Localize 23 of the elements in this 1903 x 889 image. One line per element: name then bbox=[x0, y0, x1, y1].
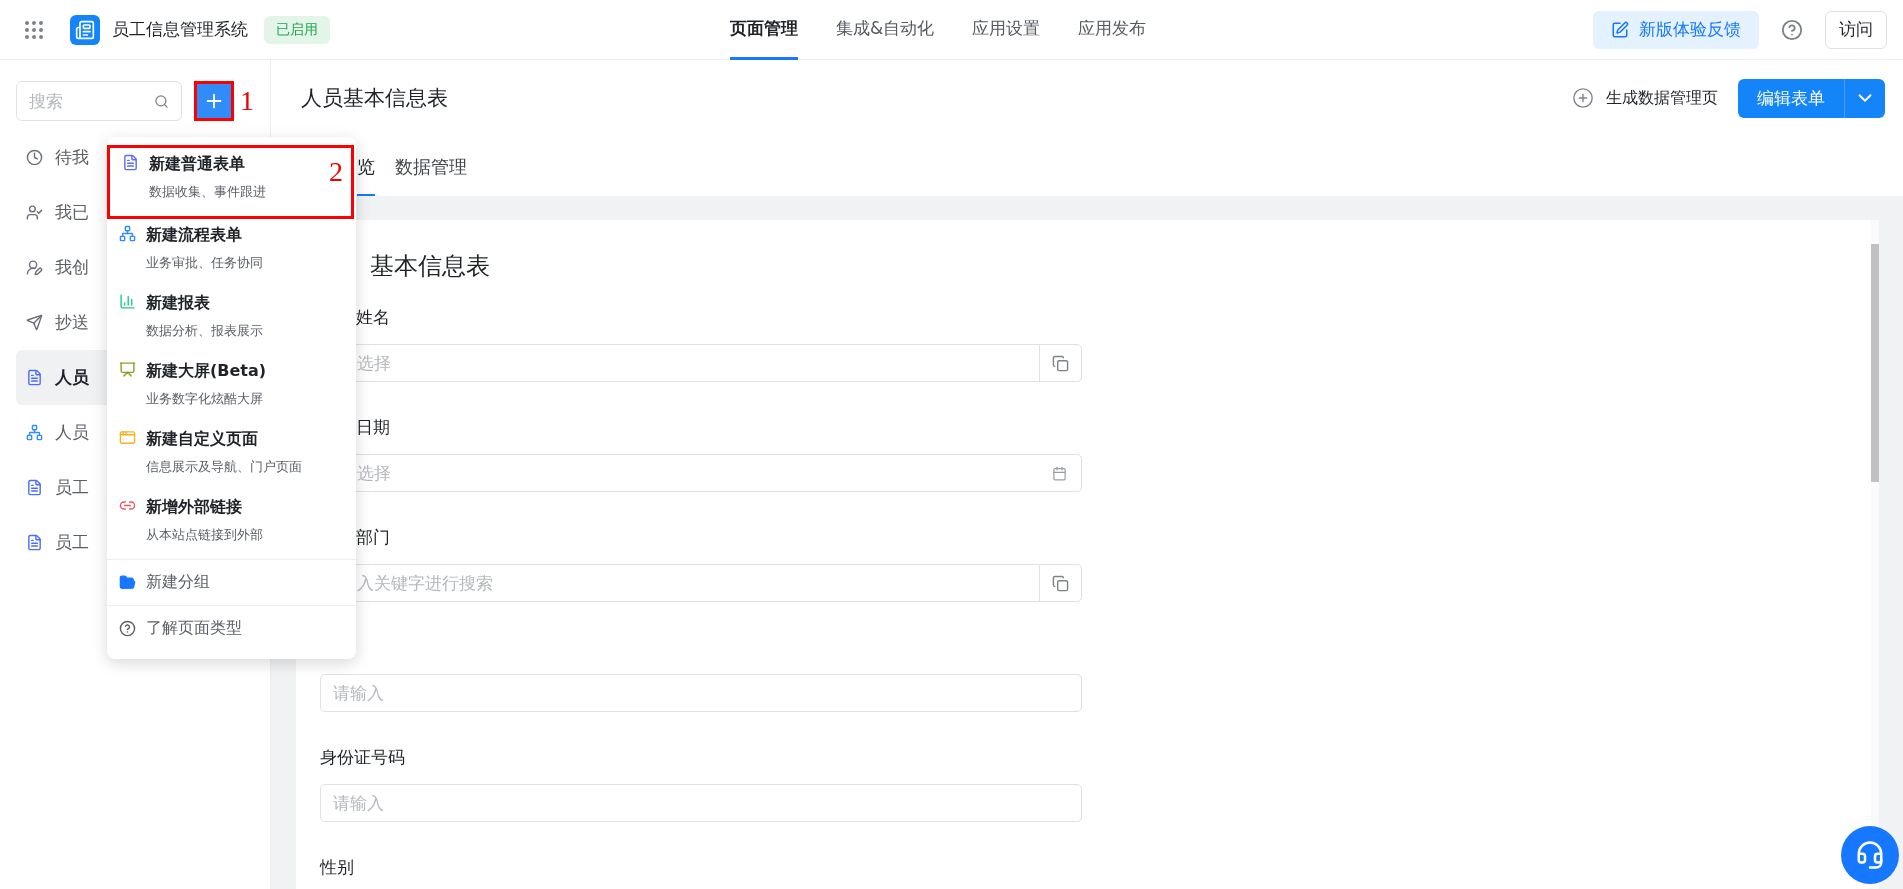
field-label: 姓名 bbox=[356, 307, 390, 327]
menu-item-title: 新建普通表单 bbox=[149, 154, 246, 175]
annotation-number: 2 bbox=[329, 156, 343, 188]
menu-item-title: 新建大屏(Beta) bbox=[146, 361, 267, 382]
menu-item-title: 新建报表 bbox=[146, 293, 211, 314]
form-title: 基本信息表 bbox=[370, 252, 490, 280]
field-label: 部门 bbox=[356, 527, 390, 547]
annotation-number: 1 bbox=[240, 85, 254, 117]
menu-item-description: 数据分析、报表展示 bbox=[146, 322, 263, 340]
menu-item-title: 新建流程表单 bbox=[146, 225, 243, 246]
menu-item-description: 业务数字化炫酷大屏 bbox=[146, 390, 264, 408]
field-label: 性别 bbox=[320, 857, 354, 877]
menu-item-title: 新建自定义页面 bbox=[146, 429, 259, 450]
menu-item-description: 数据收集、事件跟进 bbox=[149, 183, 266, 201]
menu-item-description: 信息展示及导航、门户页面 bbox=[146, 458, 302, 476]
menu-item-description: 业务审批、任务协同 bbox=[146, 254, 263, 272]
menu-item-title: 新增外部链接 bbox=[146, 497, 243, 518]
field-label: 身份证号码 bbox=[320, 747, 405, 767]
menu-item-description: 从本站点链接到外部 bbox=[146, 526, 263, 544]
field-label: 日期 bbox=[356, 417, 390, 437]
app-name: 员工信息管理系统 bbox=[112, 18, 248, 41]
status-badge: 已启用 bbox=[264, 15, 330, 44]
page-title: 人员基本信息表 bbox=[301, 85, 448, 112]
